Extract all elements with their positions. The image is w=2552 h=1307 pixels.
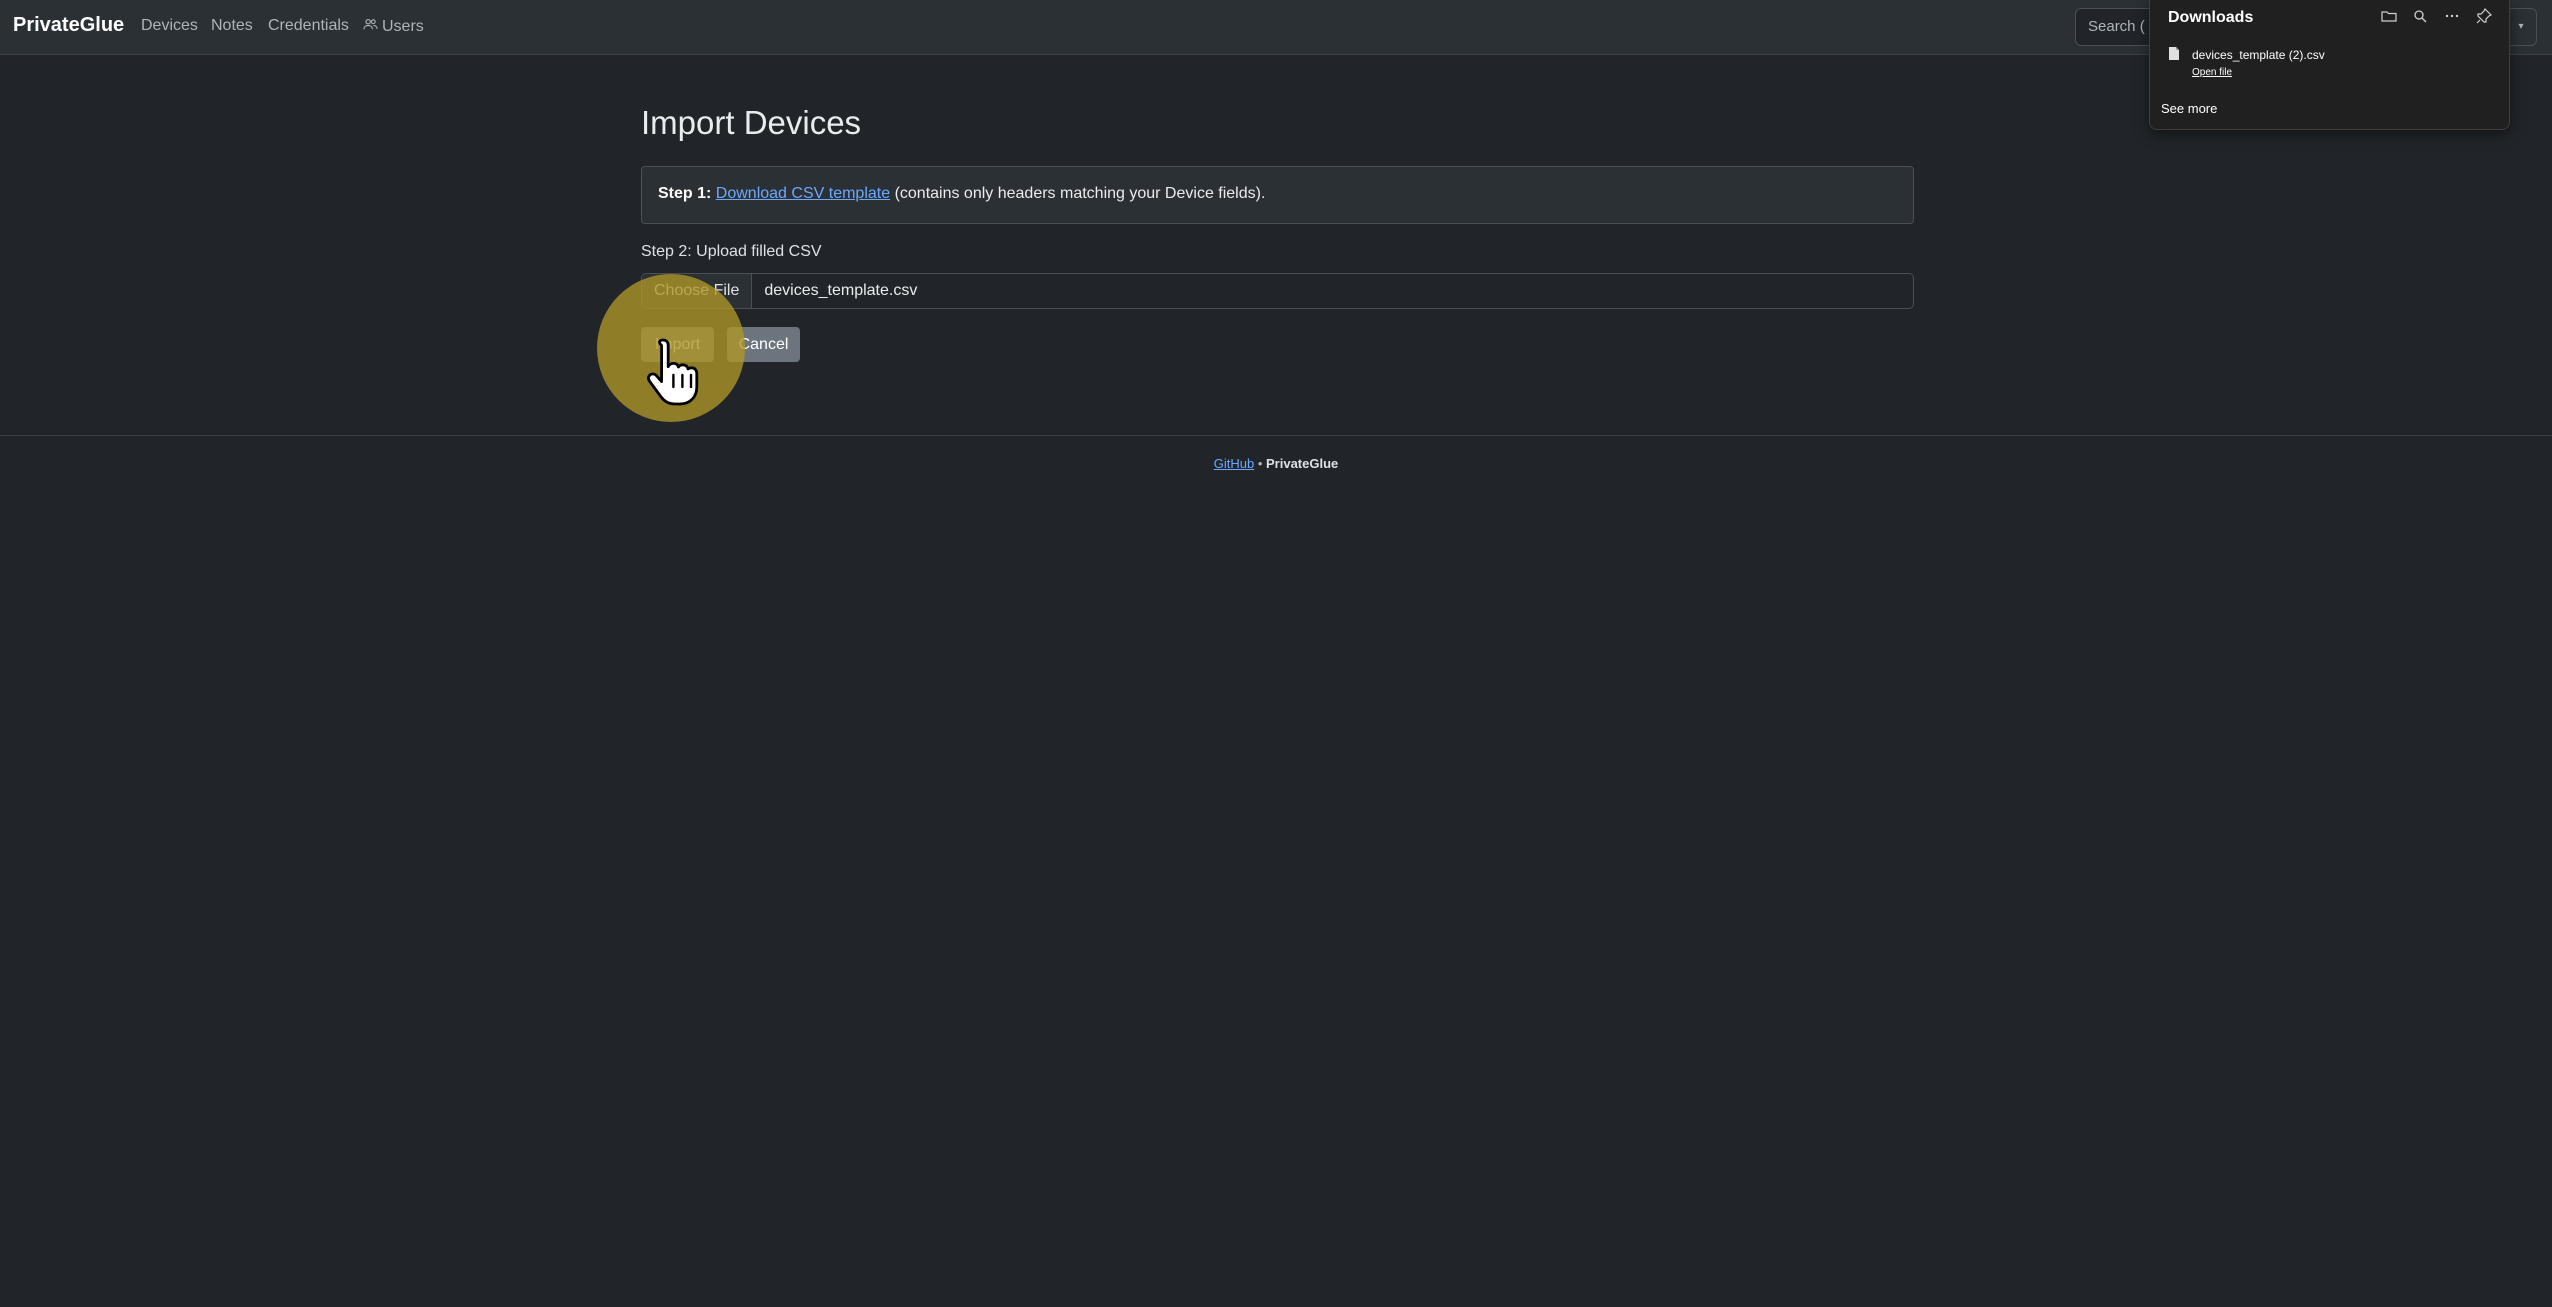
pin-icon[interactable] xyxy=(2475,7,2493,25)
download-file-name[interactable]: devices_template (2).csv xyxy=(2192,48,2325,62)
step1-box: Step 1: Download CSV template (contains … xyxy=(641,166,1914,224)
downloads-panel: Downloads devices_template (2).csv Open … xyxy=(2149,0,2510,130)
step2-label: Step 2: Upload filled CSV xyxy=(641,243,822,260)
search-icon[interactable] xyxy=(2411,7,2429,25)
step1-label: Step 1: xyxy=(658,185,712,202)
step1-description: (contains only headers matching your Dev… xyxy=(894,185,1266,202)
download-csv-template-link[interactable]: Download CSV template xyxy=(716,185,890,202)
see-more-link[interactable]: See more xyxy=(2161,101,2217,116)
brand-logo[interactable]: PrivateGlue xyxy=(13,14,124,37)
selected-file-name: devices_template.csv xyxy=(764,282,918,299)
nav-link-devices[interactable]: Devices xyxy=(141,17,198,35)
footer: GitHub • PrivateGlue xyxy=(0,456,2552,471)
file-input[interactable]: Choose File devices_template.csv xyxy=(641,273,1914,309)
more-icon[interactable] xyxy=(2443,7,2461,25)
github-link[interactable]: GitHub xyxy=(1214,456,1254,471)
downloads-title: Downloads xyxy=(2168,9,2254,26)
footer-separator: • xyxy=(1257,456,1263,471)
nav-link-notes[interactable]: Notes xyxy=(211,17,253,35)
nav-link-users-label: Users xyxy=(382,18,424,35)
file-icon xyxy=(2168,46,2180,61)
nav-link-users[interactable]: Users xyxy=(363,17,424,37)
import-button[interactable]: Import xyxy=(641,327,714,362)
cancel-button[interactable]: Cancel xyxy=(727,327,800,362)
choose-file-button[interactable]: Choose File xyxy=(642,274,753,308)
footer-divider xyxy=(0,435,2552,436)
open-file-link[interactable]: Open file xyxy=(2192,67,2232,78)
nav-link-credentials[interactable]: Credentials xyxy=(268,17,349,35)
footer-brand: PrivateGlue xyxy=(1266,456,1339,471)
users-icon xyxy=(363,17,378,37)
page-title: Import Devices xyxy=(641,104,862,141)
folder-icon[interactable] xyxy=(2380,7,2398,25)
